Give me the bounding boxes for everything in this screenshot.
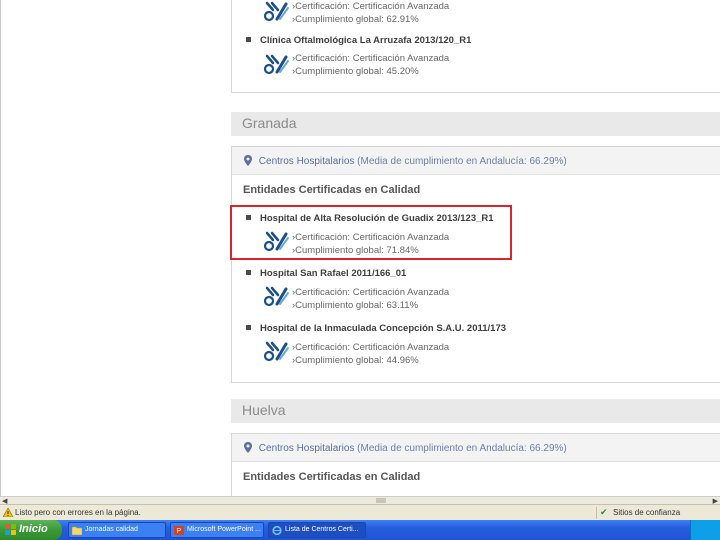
entity-title[interactable]: Hospital de la Inmaculada Concepción S.A… [246, 323, 506, 334]
security-zone[interactable]: ✔ Sitios de confianza [596, 507, 720, 519]
media-cumplimiento-text: (Media de cumplimiento en Andalucía: 66.… [357, 156, 567, 167]
status-text: Listo pero con errores en la página. [15, 508, 141, 517]
entity-title[interactable]: Clínica Oftalmológica La Arruzafa 2013/1… [246, 35, 471, 46]
location-pin-icon [244, 442, 252, 453]
entidades-heading: Entidades Certificadas en Calidad [243, 471, 421, 483]
bullet-icon [246, 37, 251, 42]
centros-hospitalarios-link[interactable]: Centros Hospitalarios [259, 443, 355, 454]
cordoba-card-partial: ›Certificación: Certificación Avanzada ›… [231, 0, 720, 93]
taskbar-item-powerpoint[interactable]: P Microsoft PowerPoint ... [170, 522, 264, 538]
internet-explorer-icon [272, 526, 282, 535]
windows-flag-icon [5, 524, 16, 535]
location-pin-icon [244, 155, 252, 166]
media-cumplimiento-text: (Media de cumplimiento en Andalucía: 66.… [357, 443, 567, 454]
centros-hospitalarios-bar: Centros Hospitalarios (Media de cumplimi… [232, 434, 720, 462]
certificacion-text: ›Certificación: Certificación Avanzada [292, 342, 450, 353]
taskbar: Inicio Jornadas calidad P Microsoft Powe… [0, 520, 720, 540]
scroll-thumb[interactable] [376, 498, 386, 503]
bullet-icon [246, 325, 251, 330]
security-zone-label: Sitios de confianza [613, 508, 681, 517]
certificacion-text: ›Certificación: Certificación Avanzada [292, 53, 450, 64]
taskbar-item-browser[interactable]: Lista de Centros Certi... [268, 522, 366, 538]
powerpoint-icon: P [174, 526, 184, 535]
folder-icon [72, 526, 82, 535]
section-header-huelva: Huelva [231, 399, 720, 423]
entidades-heading: Entidades Certificadas en Calidad [243, 184, 421, 196]
certification-badge-icon [263, 341, 289, 362]
highlight-box [230, 205, 512, 260]
browser-viewport: ›Certificación: Certificación Avanzada ›… [0, 0, 720, 496]
cumplimiento-text: ›Cumplimiento global: 44.96% [292, 355, 419, 366]
cumplimiento-text: ›Cumplimiento global: 45.20% [292, 66, 419, 77]
start-button[interactable]: Inicio [0, 520, 62, 540]
certification-badge-icon [263, 1, 289, 22]
certification-badge-icon [263, 54, 289, 75]
huelva-card: Centros Hospitalarios (Media de cumplimi… [231, 433, 720, 496]
trusted-sites-icon: ✔ [600, 507, 608, 517]
status-bar: Listo pero con errores en la página. ✔ S… [0, 504, 720, 520]
system-tray[interactable] [690, 520, 720, 540]
start-label: Inicio [19, 523, 48, 535]
bullet-icon [246, 270, 251, 275]
granada-card: Centros Hospitalarios (Media de cumplimi… [231, 146, 720, 383]
certificacion-text: ›Certificación: Certificación Avanzada [292, 287, 450, 298]
page-error-icon[interactable] [3, 508, 13, 517]
centros-hospitalarios-link[interactable]: Centros Hospitalarios [259, 156, 355, 167]
svg-text:P: P [177, 528, 182, 535]
taskbar-item-jornadas[interactable]: Jornadas calidad [68, 522, 166, 538]
centros-hospitalarios-bar: Centros Hospitalarios (Media de cumplimi… [232, 147, 720, 175]
entity-title[interactable]: Hospital San Rafael 2011/166_01 [246, 268, 406, 279]
cumplimiento-text: ›Cumplimiento global: 62.91% [292, 14, 419, 25]
section-header-granada: Granada [231, 112, 720, 136]
certificacion-text: ›Certificación: Certificación Avanzada [292, 1, 450, 12]
cumplimiento-text: ›Cumplimiento global: 63.11% [292, 300, 419, 311]
certification-badge-icon [263, 286, 289, 307]
horizontal-scrollbar[interactable]: ◀ ▶ [0, 496, 720, 505]
